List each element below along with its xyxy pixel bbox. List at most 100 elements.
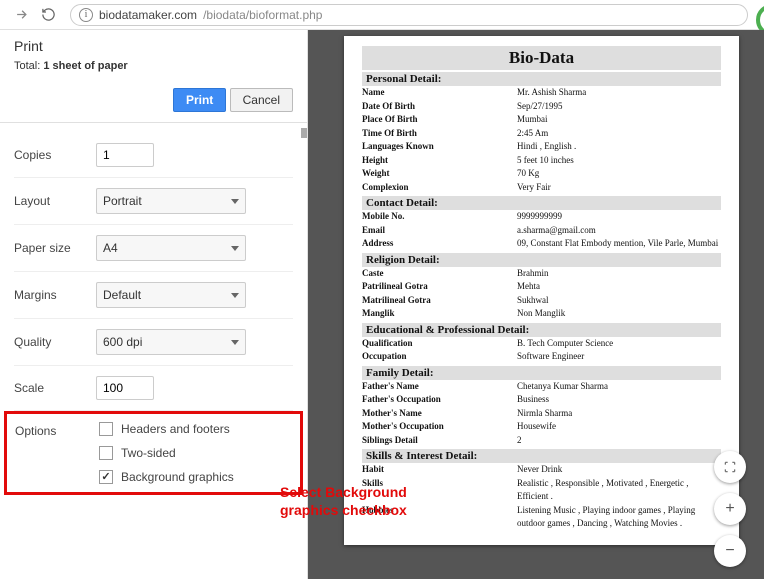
checkbox-checked-icon	[99, 470, 113, 484]
extension-icon[interactable]	[752, 2, 764, 30]
field-key: Hobbies	[362, 504, 517, 531]
field-key: Patrilineal Gotra	[362, 280, 517, 294]
scale-input[interactable]	[96, 376, 154, 400]
field-key: Skills	[362, 477, 517, 504]
field-row: SkillsRealistic , Responsible , Motivate…	[362, 477, 721, 504]
field-row: QualificationB. Tech Computer Science	[362, 337, 721, 351]
field-key: Habit	[362, 463, 517, 477]
margins-select[interactable]: Default	[96, 282, 246, 308]
field-key: Time Of Birth	[362, 127, 517, 141]
fit-page-button[interactable]	[714, 451, 746, 483]
layout-label: Layout	[14, 194, 96, 208]
cancel-button[interactable]: Cancel	[230, 88, 293, 112]
field-value: Mr. Ashish Sharma	[517, 86, 721, 100]
field-key: Qualification	[362, 337, 517, 351]
field-key: Father's Occupation	[362, 393, 517, 407]
background-graphics-option[interactable]: Background graphics	[99, 470, 292, 484]
margins-label: Margins	[14, 288, 96, 302]
field-row: Mother's OccupationHousewife	[362, 420, 721, 434]
papersize-select[interactable]: A4	[96, 235, 246, 261]
field-key: Siblings Detail	[362, 434, 517, 448]
field-row: CasteBrahmin	[362, 267, 721, 281]
field-row: Languages KnownHindi , English .	[362, 140, 721, 154]
url-host: biodatamaker.com	[99, 8, 197, 22]
url-path: /biodata/bioformat.php	[203, 8, 322, 22]
options-highlight-box: Options Headers and footers Two-sided	[4, 411, 303, 495]
section-header: Skills & Interest Detail:	[362, 449, 721, 463]
field-row: Mobile No.9999999999	[362, 210, 721, 224]
scrollbar-thumb[interactable]	[301, 128, 307, 138]
field-value: 70 Kg	[517, 167, 721, 181]
field-row: Patrilineal GotraMehta	[362, 280, 721, 294]
field-key: Name	[362, 86, 517, 100]
field-value: Hindi , English .	[517, 140, 721, 154]
print-panel: Print Total: 1 sheet of paper Print Canc…	[0, 30, 308, 579]
field-key: Height	[362, 154, 517, 168]
forward-icon[interactable]	[8, 5, 35, 24]
section-header: Contact Detail:	[362, 196, 721, 210]
field-key: Father's Name	[362, 380, 517, 394]
field-value: 2	[517, 434, 721, 448]
field-row: Matrilineal GotraSukhwal	[362, 294, 721, 308]
field-key: Address	[362, 237, 517, 251]
field-value: B. Tech Computer Science	[517, 337, 721, 351]
layout-select[interactable]: Portrait	[96, 188, 246, 214]
field-row: NameMr. Ashish Sharma	[362, 86, 721, 100]
field-key: Matrilineal Gotra	[362, 294, 517, 308]
field-row: Emaila.sharma@gmail.com	[362, 224, 721, 238]
field-value: Software Engineer	[517, 350, 721, 364]
field-key: Email	[362, 224, 517, 238]
copies-input[interactable]	[96, 143, 154, 167]
two-sided-option[interactable]: Two-sided	[99, 446, 292, 460]
field-value: Never Drink	[517, 463, 721, 477]
field-value: 9999999999	[517, 210, 721, 224]
field-key: Mother's Name	[362, 407, 517, 421]
field-row: HobbiesListening Music , Playing indoor …	[362, 504, 721, 531]
field-row: OccupationSoftware Engineer	[362, 350, 721, 364]
browser-toolbar: i biodatamaker.com/biodata/bioformat.php	[0, 0, 764, 30]
zoom-out-button[interactable]: −	[714, 535, 746, 567]
field-key: Languages Known	[362, 140, 517, 154]
section-header: Religion Detail:	[362, 253, 721, 267]
quality-select[interactable]: 600 dpi	[96, 329, 246, 355]
reload-icon[interactable]	[35, 5, 62, 24]
field-row: Siblings Detail2	[362, 434, 721, 448]
address-bar[interactable]: i biodatamaker.com/biodata/bioformat.php	[70, 4, 748, 26]
site-info-icon[interactable]: i	[79, 8, 93, 22]
field-key: Complexion	[362, 181, 517, 195]
print-preview: Bio-Data Personal Detail:NameMr. Ashish …	[308, 30, 764, 579]
field-key: Mobile No.	[362, 210, 517, 224]
field-value: Non Manglik	[517, 307, 721, 321]
section-header: Family Detail:	[362, 366, 721, 380]
field-value: Sukhwal	[517, 294, 721, 308]
field-row: Address09, Constant Flat Embody mention,…	[362, 237, 721, 251]
print-heading: Print	[14, 38, 293, 54]
field-row: Height5 feet 10 inches	[362, 154, 721, 168]
field-value: 09, Constant Flat Embody mention, Vile P…	[517, 237, 721, 251]
field-value: Listening Music , Playing indoor games ,…	[517, 504, 721, 531]
field-value: Sep/27/1995	[517, 100, 721, 114]
field-value: Mehta	[517, 280, 721, 294]
field-key: Manglik	[362, 307, 517, 321]
field-value: 2:45 Am	[517, 127, 721, 141]
options-label: Options	[15, 422, 97, 438]
section-header: Educational & Professional Detail:	[362, 323, 721, 337]
scale-label: Scale	[14, 381, 96, 395]
field-row: HabitNever Drink	[362, 463, 721, 477]
zoom-in-button[interactable]: +	[714, 493, 746, 525]
field-value: a.sharma@gmail.com	[517, 224, 721, 238]
field-row: Mother's NameNirmla Sharma	[362, 407, 721, 421]
print-button[interactable]: Print	[173, 88, 226, 112]
chevron-down-icon	[231, 340, 239, 345]
settings-scroll[interactable]: Copies Layout Portrait Paper size A4 Mar…	[0, 123, 307, 579]
checkbox-unchecked-icon	[99, 446, 113, 460]
field-key: Occupation	[362, 350, 517, 364]
field-key: Mother's Occupation	[362, 420, 517, 434]
chevron-down-icon	[231, 199, 239, 204]
field-value: 5 feet 10 inches	[517, 154, 721, 168]
chevron-down-icon	[231, 246, 239, 251]
headers-footers-option[interactable]: Headers and footers	[99, 422, 292, 436]
total-line: Total: 1 sheet of paper	[14, 60, 293, 72]
field-value: Nirmla Sharma	[517, 407, 721, 421]
preview-page: Bio-Data Personal Detail:NameMr. Ashish …	[344, 36, 739, 545]
